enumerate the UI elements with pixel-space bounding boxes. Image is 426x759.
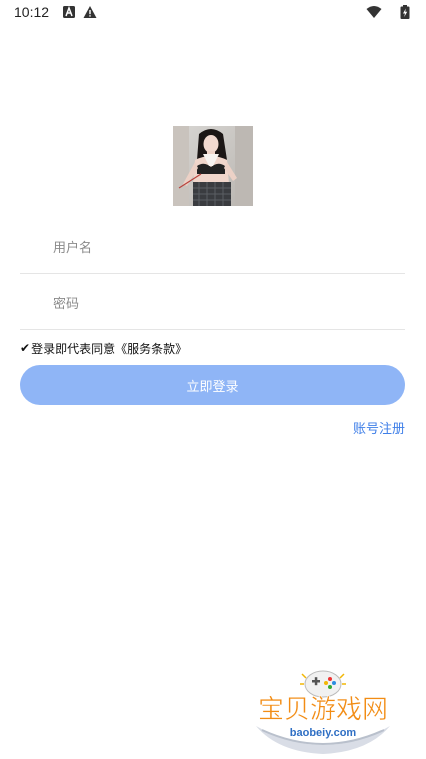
agreement-text[interactable]: 登录即代表同意《服务条款》 (31, 340, 187, 357)
login-button[interactable]: 立即登录 (20, 365, 405, 405)
register-link[interactable]: 账号注册 (353, 418, 405, 437)
wifi-icon (366, 5, 382, 19)
status-bar: 10:12 (0, 0, 426, 26)
a-box-icon (62, 5, 76, 19)
warning-icon (83, 5, 97, 19)
check-icon[interactable]: ✔ (20, 341, 30, 355)
gamepad-icon (300, 670, 346, 698)
battery-icon (400, 5, 410, 19)
username-field[interactable] (20, 223, 405, 274)
watermark-logo: 宝贝游戏网 baobeiy.com (248, 664, 398, 756)
status-time: 10:12 (14, 4, 50, 20)
password-input[interactable] (53, 291, 383, 317)
avatar (173, 126, 253, 206)
agreement[interactable]: ✔ 登录即代表同意《服务条款》 (20, 339, 187, 357)
watermark-brand: 宝贝游戏网 (258, 695, 388, 725)
username-input[interactable] (53, 235, 383, 261)
password-field[interactable] (20, 279, 405, 330)
watermark-url: baobeiy.com (290, 727, 357, 739)
